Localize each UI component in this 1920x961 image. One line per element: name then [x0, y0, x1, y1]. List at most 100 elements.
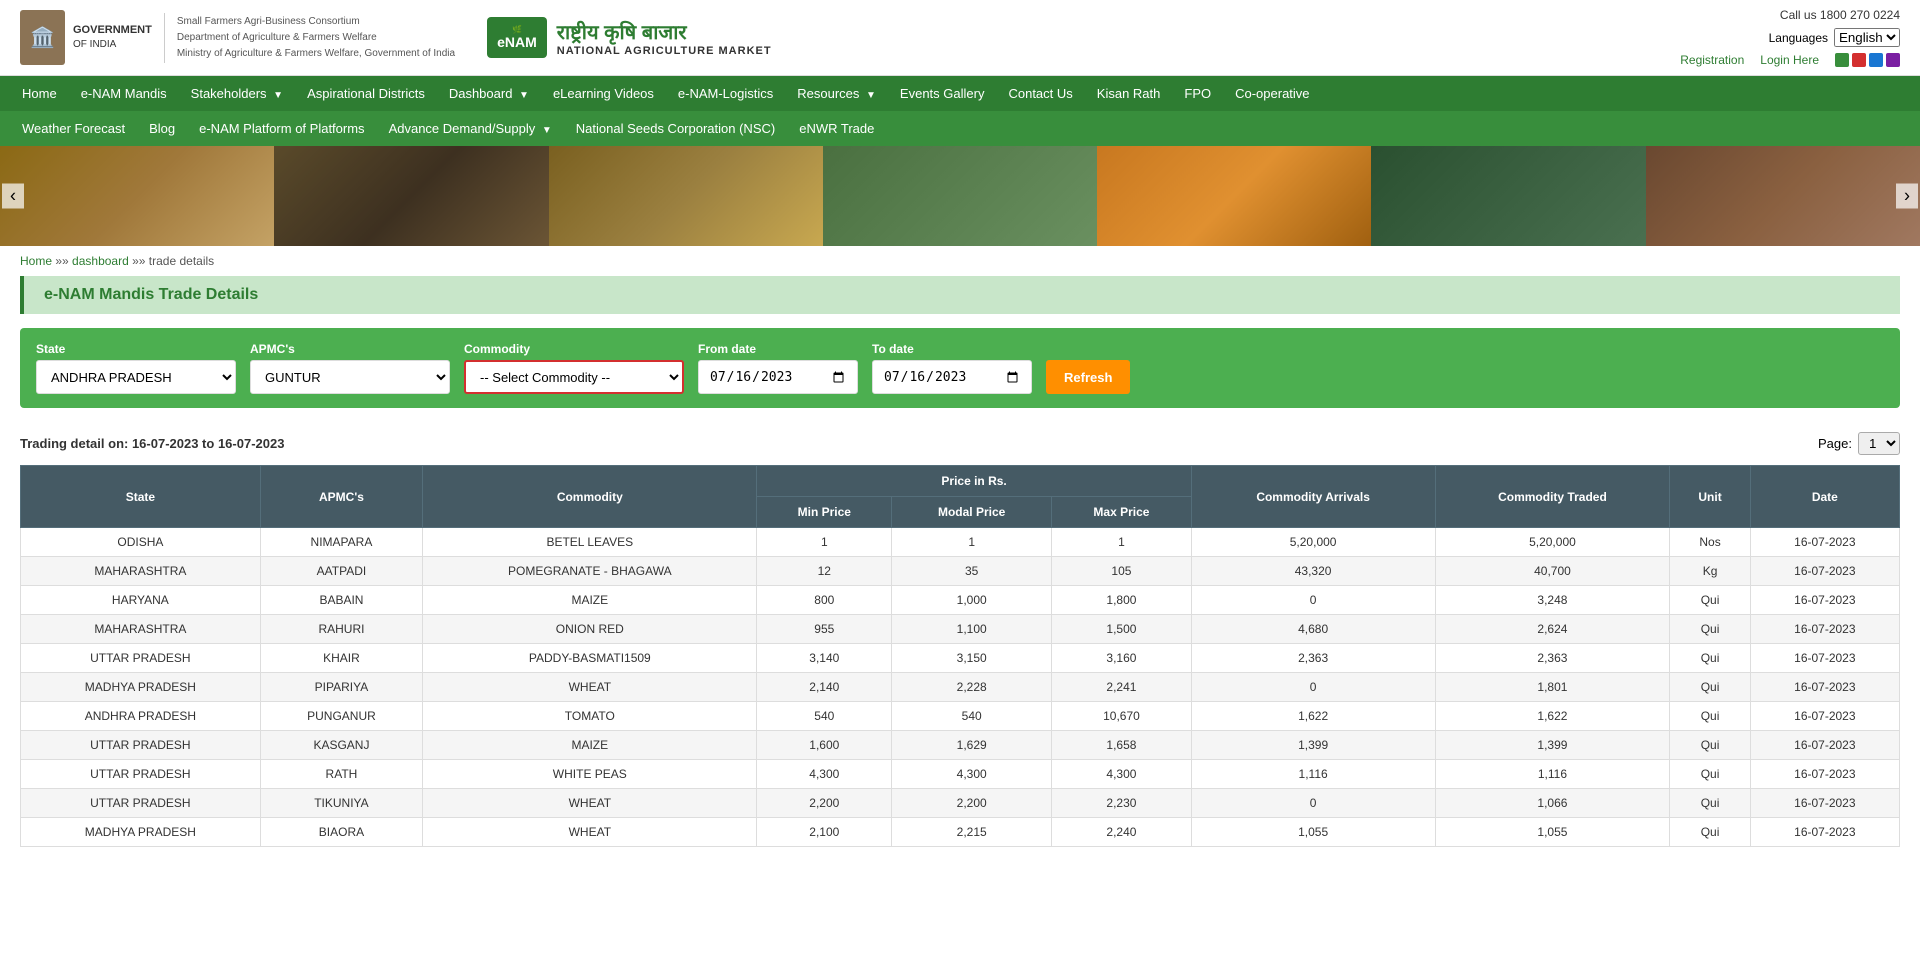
table-row: UTTAR PRADESH TIKUNIYA WHEAT 2,200 2,200…: [21, 789, 1900, 818]
cell-unit: Qui: [1670, 702, 1750, 731]
nav-cooperative[interactable]: Co-operative: [1223, 76, 1321, 111]
state-select[interactable]: ANDHRA PRADESH UTTAR PRADESH MAHARASHTRA…: [36, 360, 236, 394]
trading-detail-text: Trading detail on: 16-07-2023 to 16-07-2…: [20, 436, 284, 451]
nav-blog[interactable]: Blog: [137, 111, 187, 146]
nav-logistics[interactable]: e-NAM-Logistics: [666, 76, 785, 111]
enam-logo: 🌿 eNAM राष्ट्रीय कृषि बाजार NATIONAL AGR…: [487, 17, 771, 58]
nav-resources[interactable]: Resources ▼: [785, 76, 888, 111]
refresh-button[interactable]: Refresh: [1046, 360, 1130, 394]
cell-commodity: BETEL LEAVES: [423, 528, 757, 557]
cell-min-price: 2,100: [757, 818, 892, 847]
auth-actions: Registration Login Here: [1680, 53, 1900, 67]
from-date-filter-group: From date: [698, 342, 858, 394]
cell-arrivals: 1,055: [1191, 818, 1435, 847]
cell-apmc: AATPADI: [260, 557, 422, 586]
cell-date: 16-07-2023: [1750, 789, 1899, 818]
table-row: UTTAR PRADESH KASGANJ MAIZE 1,600 1,629 …: [21, 731, 1900, 760]
nav-kisan-rath[interactable]: Kisan Rath: [1085, 76, 1173, 111]
strip-next-button[interactable]: ›: [1896, 184, 1918, 209]
breadcrumb-current: trade details: [149, 254, 214, 268]
nav-dashboard[interactable]: Dashboard ▼: [437, 76, 541, 111]
cell-traded: 1,066: [1435, 789, 1670, 818]
trade-table: State APMC's Commodity Price in Rs. Comm…: [20, 465, 1900, 847]
cell-modal-price: 1,100: [892, 615, 1052, 644]
cell-date: 16-07-2023: [1750, 557, 1899, 586]
cell-date: 16-07-2023: [1750, 586, 1899, 615]
cell-modal-price: 1,629: [892, 731, 1052, 760]
nav-enwr[interactable]: eNWR Trade: [787, 111, 886, 146]
cell-traded: 1,801: [1435, 673, 1670, 702]
cell-min-price: 2,200: [757, 789, 892, 818]
cell-traded: 40,700: [1435, 557, 1670, 586]
table-row: UTTAR PRADESH KHAIR PADDY-BASMATI1509 3,…: [21, 644, 1900, 673]
from-date-input[interactable]: [698, 360, 858, 394]
strip-image-4: [823, 146, 1097, 246]
nav-enam-mandis[interactable]: e-NAM Mandis: [69, 76, 179, 111]
header-right: Call us 1800 270 0224 Languages English …: [1680, 8, 1900, 67]
commodity-select[interactable]: -- Select Commodity -- BETEL LEAVES MAIZ…: [464, 360, 684, 394]
cell-traded: 1,622: [1435, 702, 1670, 731]
nav-platform[interactable]: e-NAM Platform of Platforms: [187, 111, 376, 146]
cell-max-price: 1: [1052, 528, 1192, 557]
theme-dot-purple[interactable]: [1886, 53, 1900, 67]
nav-aspirational-districts[interactable]: Aspirational Districts: [295, 76, 437, 111]
theme-dot-green[interactable]: [1835, 53, 1849, 67]
cell-commodity: WHITE PEAS: [423, 760, 757, 789]
cell-commodity: PADDY-BASMATI1509: [423, 644, 757, 673]
col-commodity: Commodity: [423, 466, 757, 528]
apmc-select[interactable]: GUNTUR NIMAPARA AATPADI: [250, 360, 450, 394]
registration-link[interactable]: Registration: [1680, 53, 1744, 67]
nav-contact[interactable]: Contact Us: [996, 76, 1084, 111]
cell-arrivals: 43,320: [1191, 557, 1435, 586]
cell-min-price: 800: [757, 586, 892, 615]
commodity-label: Commodity: [464, 342, 684, 356]
cell-max-price: 10,670: [1052, 702, 1192, 731]
cell-state: MAHARASHTRA: [21, 557, 261, 586]
nav-advance-demand[interactable]: Advance Demand/Supply ▼: [377, 111, 564, 146]
cell-max-price: 4,300: [1052, 760, 1192, 789]
nav-nsc[interactable]: National Seeds Corporation (NSC): [564, 111, 787, 146]
cell-min-price: 540: [757, 702, 892, 731]
nav-weather[interactable]: Weather Forecast: [10, 111, 137, 146]
cell-apmc: KASGANJ: [260, 731, 422, 760]
language-select[interactable]: English Hindi: [1834, 28, 1900, 47]
cell-max-price: 2,230: [1052, 789, 1192, 818]
vertical-divider: [164, 13, 165, 63]
theme-dot-red[interactable]: [1852, 53, 1866, 67]
cell-commodity: MAIZE: [423, 586, 757, 615]
col-modal-price: Modal Price: [892, 497, 1052, 528]
login-link[interactable]: Login Here: [1760, 53, 1819, 67]
theme-dot-blue[interactable]: [1869, 53, 1883, 67]
cell-max-price: 1,500: [1052, 615, 1192, 644]
nav-fpo[interactable]: FPO: [1172, 76, 1223, 111]
page-select[interactable]: 1 2 3: [1858, 432, 1900, 455]
to-date-filter-group: To date: [872, 342, 1032, 394]
cell-commodity: WHEAT: [423, 818, 757, 847]
state-filter-group: State ANDHRA PRADESH UTTAR PRADESH MAHAR…: [36, 342, 236, 394]
secondary-nav: Weather Forecast Blog e-NAM Platform of …: [0, 111, 1920, 146]
cell-modal-price: 2,215: [892, 818, 1052, 847]
nav-events[interactable]: Events Gallery: [888, 76, 997, 111]
nav-home[interactable]: Home: [10, 76, 69, 111]
cell-state: UTTAR PRADESH: [21, 644, 261, 673]
cell-modal-price: 1: [892, 528, 1052, 557]
enam-title-hindi: राष्ट्रीय कृषि बाजार: [557, 18, 772, 45]
to-date-input[interactable]: [872, 360, 1032, 394]
language-selector[interactable]: Languages English Hindi: [1769, 28, 1900, 47]
strip-image-7: ›: [1646, 146, 1920, 246]
breadcrumb-sep2: »»: [132, 254, 149, 268]
apmc-label: APMC's: [250, 342, 450, 356]
nav-elearning[interactable]: eLearning Videos: [541, 76, 666, 111]
strip-prev-button[interactable]: ‹: [2, 184, 24, 209]
cell-modal-price: 4,300: [892, 760, 1052, 789]
nav-stakeholders[interactable]: Stakeholders ▼: [179, 76, 295, 111]
cell-commodity: MAIZE: [423, 731, 757, 760]
breadcrumb-dashboard[interactable]: dashboard: [72, 254, 129, 268]
table-row: MAHARASHTRA AATPADI POMEGRANATE - BHAGAW…: [21, 557, 1900, 586]
cell-arrivals: 4,680: [1191, 615, 1435, 644]
cell-apmc: RATH: [260, 760, 422, 789]
col-state: State: [21, 466, 261, 528]
breadcrumb-home[interactable]: Home: [20, 254, 52, 268]
gov-title: GOVERNMENT: [73, 23, 152, 38]
from-date-label: From date: [698, 342, 858, 356]
